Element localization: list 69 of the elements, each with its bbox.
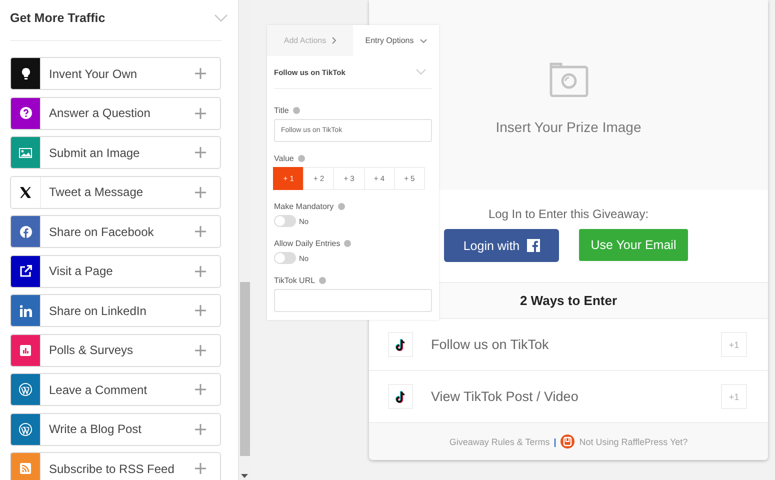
action-item[interactable]: Share on LinkedIn <box>10 294 221 327</box>
plus-icon[interactable] <box>195 147 206 158</box>
action-item[interactable]: Tweet a Message <box>10 176 221 208</box>
prize-image-text: Insert Your Prize Image <box>496 119 642 135</box>
wordpress-icon <box>19 422 32 436</box>
plus-icon[interactable] <box>195 68 206 79</box>
field-label: Allow Daily Entries <box>274 239 340 248</box>
chevron-down-icon[interactable] <box>416 69 426 75</box>
facebook-login-button[interactable]: Login with <box>444 229 559 262</box>
entry-method-label: View TikTok Post / Video <box>430 389 580 404</box>
x-logo-icon <box>20 186 31 198</box>
action-item[interactable]: Subscribe to RSS Feed <box>10 452 221 480</box>
plus-icon[interactable] <box>195 305 206 316</box>
field-label: Title <box>274 106 289 115</box>
plus-icon[interactable] <box>195 226 206 237</box>
action-item[interactable]: Visit a Page <box>10 254 221 288</box>
action-item[interactable]: Answer a Question <box>10 96 221 130</box>
rss-icon <box>20 463 31 474</box>
tiktok-icon <box>395 390 406 402</box>
entry-points-badge: +1 <box>721 332 747 357</box>
entry-points-badge: +1 <box>721 384 747 409</box>
camera-icon <box>548 61 588 97</box>
action-item[interactable]: Share on Facebook <box>10 215 221 248</box>
question-icon <box>20 107 32 119</box>
facebook-icon <box>20 226 32 238</box>
facebook-icon <box>526 239 540 252</box>
chevron-down-icon[interactable] <box>214 14 228 22</box>
plus-icon[interactable] <box>195 186 206 198</box>
help-icon[interactable] <box>338 203 345 210</box>
tiktok-icon <box>395 338 406 350</box>
image-icon <box>19 148 32 158</box>
lightbulb-icon <box>22 68 30 80</box>
rafflepress-logo-icon <box>560 434 576 449</box>
help-icon[interactable] <box>319 277 326 284</box>
field-label: TikTok URL <box>274 276 316 285</box>
field-label: Value <box>274 154 294 163</box>
action-item[interactable]: Submit an Image <box>10 136 221 169</box>
entry-method-label: Follow us on TikTok <box>430 337 550 352</box>
field-label: Make Mandatory <box>274 202 334 211</box>
plus-icon[interactable] <box>195 344 206 356</box>
scrollbar[interactable] <box>238 0 251 480</box>
wordpress-icon <box>19 383 32 396</box>
panel-tab[interactable]: Entry Options <box>353 25 439 56</box>
action-item[interactable]: Polls & Surveys <box>10 334 221 366</box>
section-title: Get More Traffic <box>10 11 106 25</box>
toggle-switch[interactable] <box>274 252 296 264</box>
toggle-switch[interactable] <box>274 215 296 227</box>
url-input-field[interactable] <box>274 289 432 312</box>
action-item[interactable]: Invent Your Own <box>10 57 221 90</box>
chevron-right-icon <box>332 37 336 44</box>
help-icon[interactable] <box>344 240 352 247</box>
action-item[interactable]: Write a Blog Post <box>10 412 221 446</box>
linkedin-icon <box>20 304 32 316</box>
action-item[interactable]: Leave a Comment <box>10 373 221 406</box>
plus-icon[interactable] <box>195 463 206 474</box>
help-icon[interactable] <box>298 155 305 162</box>
scrollbar-thumb[interactable] <box>240 282 250 456</box>
entry-methods-heading: 2 Ways to Enter <box>520 293 618 308</box>
plus-icon[interactable] <box>195 424 206 434</box>
help-icon[interactable] <box>292 107 300 114</box>
external-link-icon <box>20 265 32 277</box>
chevron-down-icon <box>420 38 427 42</box>
plus-icon[interactable] <box>195 108 206 118</box>
scroll-down-arrow-icon[interactable] <box>241 474 248 478</box>
login-prompt: Log In to Enter this Giveaway: <box>488 207 649 221</box>
plus-icon[interactable] <box>195 266 206 276</box>
plus-icon[interactable] <box>195 384 206 395</box>
footer-separator: | <box>554 436 556 446</box>
bar-chart-icon <box>20 344 31 356</box>
